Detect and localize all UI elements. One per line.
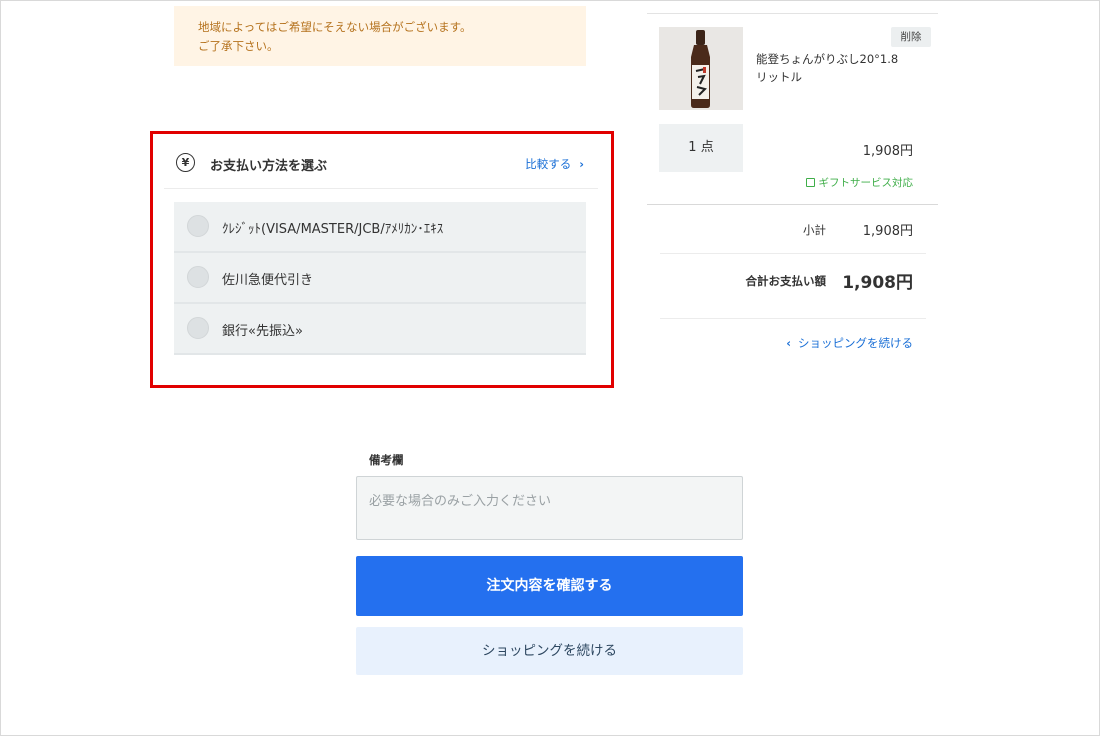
payment-option-label: 佐川急便代引き — [222, 273, 314, 288]
item-price: 1,908円 — [862, 144, 913, 159]
payment-option-bank[interactable]: 銀行«先振込» — [174, 304, 586, 355]
payment-option-label: ｸﾚｼﾞｯﾄ(VISA/MASTER/JCB/ｱﾒﾘｶﾝ･ｴｷｽ — [222, 222, 444, 237]
notes-label: 備考欄 — [369, 453, 404, 467]
notes-textarea[interactable] — [356, 476, 743, 540]
payment-option-cod[interactable]: 佐川急便代引き — [174, 253, 586, 304]
chevron-left-icon: ‹ — [786, 336, 791, 350]
gift-service-label: ギフトサービス対応 — [790, 175, 913, 190]
chevron-right-icon: › — [579, 157, 584, 171]
confirm-order-button[interactable]: 注文内容を確認する — [356, 556, 743, 616]
radio-button[interactable] — [187, 215, 209, 237]
gift-icon — [805, 178, 815, 187]
product-image — [659, 27, 743, 110]
gift-text: ギフトサービス対応 — [818, 177, 914, 189]
quantity-box: 1 点 — [659, 124, 743, 172]
yen-icon: ¥ — [176, 153, 195, 172]
notice-line-1: 地域によってはご希望にそえない場合がございます。 — [198, 20, 472, 34]
delete-button[interactable]: 削除 — [891, 27, 931, 47]
subtotal-value: 1,908円 — [862, 224, 913, 239]
radio-button[interactable] — [187, 266, 209, 288]
payment-option-credit[interactable]: ｸﾚｼﾞｯﾄ(VISA/MASTER/JCB/ｱﾒﾘｶﾝ･ｴｷｽ — [174, 202, 586, 253]
payment-header: ¥ お支払い方法を選ぶ 比較する › — [164, 140, 598, 189]
compare-link[interactable]: 比較する › — [525, 156, 584, 172]
radio-button[interactable] — [187, 317, 209, 339]
payment-option-label: 銀行«先振込» — [222, 324, 303, 339]
cart-divider — [660, 318, 926, 319]
product-name: 能登ちょんがりぶし20°1.8リットル — [756, 52, 899, 84]
cart-divider — [647, 204, 938, 205]
total-label: 合計お支払い額 — [745, 274, 827, 288]
continue-shopping-link[interactable]: ‹ ショッピングを続ける — [770, 335, 913, 351]
cart-divider — [647, 13, 938, 14]
payment-title: お支払い方法を選ぶ — [210, 159, 328, 174]
continue-link-label: ショッピングを続ける — [798, 336, 913, 350]
subtotal-label: 小計 — [803, 223, 826, 237]
delivery-notice: 地域によってはご希望にそえない場合がございます。 ご了承下さい。 — [174, 6, 586, 66]
total-value: 1,908円 — [842, 273, 913, 293]
notice-line-2: ご了承下さい。 — [198, 39, 279, 53]
compare-label: 比較する — [525, 157, 572, 171]
continue-shopping-button[interactable]: ショッピングを続ける — [356, 627, 743, 675]
cart-divider — [660, 253, 926, 254]
